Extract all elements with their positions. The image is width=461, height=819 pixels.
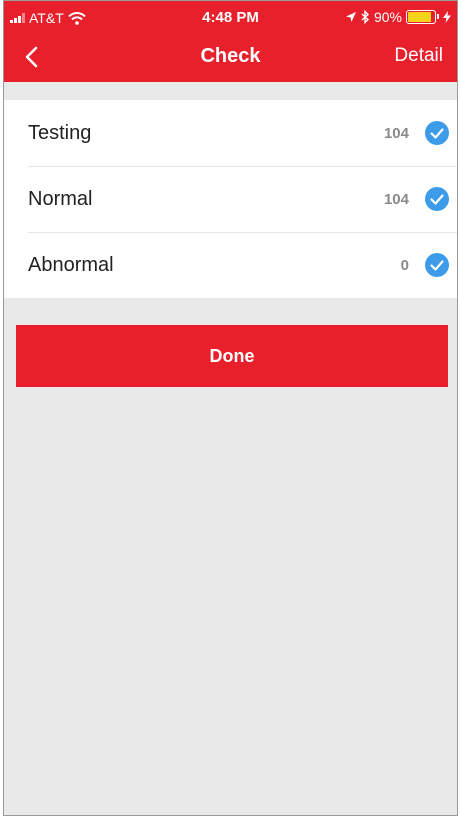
list-item-normal[interactable]: Normal 104 bbox=[4, 166, 457, 232]
location-arrow-icon bbox=[345, 12, 356, 22]
charging-bolt-icon bbox=[443, 11, 451, 23]
checkmark-icon[interactable] bbox=[425, 253, 449, 277]
status-bar: AT&T 4:48 PM 90% bbox=[4, 1, 457, 35]
list-item-abnormal[interactable]: Abnormal 0 bbox=[4, 232, 457, 298]
item-label: Normal bbox=[28, 187, 93, 210]
battery-fill bbox=[408, 12, 432, 22]
detail-button[interactable]: Detail bbox=[394, 45, 443, 67]
checkmark-icon[interactable] bbox=[425, 121, 449, 145]
checkmark-icon[interactable] bbox=[425, 187, 449, 211]
status-right: 90% bbox=[345, 9, 451, 25]
battery-icon bbox=[406, 10, 439, 24]
item-count: 104 bbox=[383, 190, 409, 208]
page-title: Check bbox=[200, 45, 261, 67]
item-label: Testing bbox=[28, 121, 92, 144]
list-item-testing[interactable]: Testing 104 bbox=[4, 100, 457, 166]
done-button[interactable]: Done bbox=[16, 325, 448, 387]
battery-percent: 90% bbox=[373, 9, 402, 25]
check-list: Testing 104 Normal 104 Abnormal 0 bbox=[4, 100, 457, 298]
navigation-bar: Check Detail bbox=[4, 35, 457, 82]
item-count: 0 bbox=[400, 256, 409, 274]
phone-screen: AT&T 4:48 PM 90% Check Detail Testing 10… bbox=[3, 0, 458, 816]
item-count: 104 bbox=[383, 124, 409, 142]
item-label: Abnormal bbox=[28, 253, 114, 276]
bluetooth-icon bbox=[361, 10, 369, 24]
